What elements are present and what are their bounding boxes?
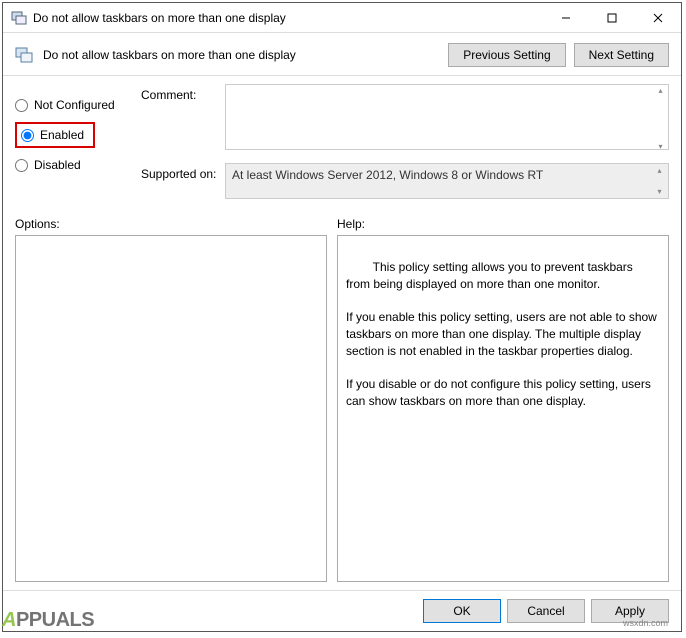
dialog-window: Do not allow taskbars on more than one d… [2,2,682,632]
maximize-button[interactable] [589,3,635,33]
window-title: Do not allow taskbars on more than one d… [33,11,543,25]
close-button[interactable] [635,3,681,33]
scrollbar-icon: ▴▾ [653,166,666,196]
policy-editor-icon [11,10,27,26]
next-setting-button[interactable]: Next Setting [574,43,669,67]
supported-value: At least Windows Server 2012, Windows 8 … [232,168,543,182]
dialog-footer: OK Cancel Apply [3,590,681,631]
panes: This policy setting allows you to preven… [3,235,681,590]
supported-on-text: At least Windows Server 2012, Windows 8 … [225,163,669,199]
policy-title: Do not allow taskbars on more than one d… [43,48,440,62]
highlight-box: Enabled [15,122,95,148]
radio-disabled[interactable]: Disabled [15,152,133,178]
minimize-button[interactable] [543,3,589,33]
supported-row: Supported on: At least Windows Server 20… [141,163,669,199]
header-row: Do not allow taskbars on more than one d… [3,33,681,75]
options-label: Options: [15,217,337,231]
comment-label: Comment: [141,84,217,102]
policy-icon [15,46,33,64]
appuals-logo: APPUALS [2,609,94,632]
ok-button[interactable]: OK [423,599,501,623]
titlebar: Do not allow taskbars on more than one d… [3,3,681,33]
radio-not-configured-input[interactable] [15,99,28,112]
radio-enabled-label: Enabled [40,128,84,142]
cancel-button[interactable]: Cancel [507,599,585,623]
divider [3,75,681,76]
radio-disabled-input[interactable] [15,159,28,172]
radio-not-configured[interactable]: Not Configured [15,92,133,118]
pane-labels: Options: Help: [3,199,681,235]
comment-input[interactable] [225,84,669,150]
radio-disabled-label: Disabled [34,158,81,172]
help-text: This policy setting allows you to preven… [346,260,660,408]
help-pane: This policy setting allows you to preven… [337,235,669,582]
config-section: Not Configured Enabled Disabled Comment: [3,84,681,199]
radio-not-configured-label: Not Configured [34,98,115,112]
radio-enabled-input[interactable] [21,129,34,142]
dialog-content: Do not allow taskbars on more than one d… [3,33,681,631]
help-label: Help: [337,217,669,231]
radio-enabled[interactable]: Enabled [21,128,84,142]
state-radio-group: Not Configured Enabled Disabled [15,84,133,199]
previous-setting-button[interactable]: Previous Setting [448,43,565,67]
comment-row: Comment: ▴▾ [141,84,669,153]
options-pane [15,235,327,582]
supported-label: Supported on: [141,163,217,181]
scrollbar-icon: ▴▾ [654,86,667,151]
fields-column: Comment: ▴▾ Supported on: At least Windo… [141,84,669,199]
watermark-text: wsxdn.com [623,618,668,628]
